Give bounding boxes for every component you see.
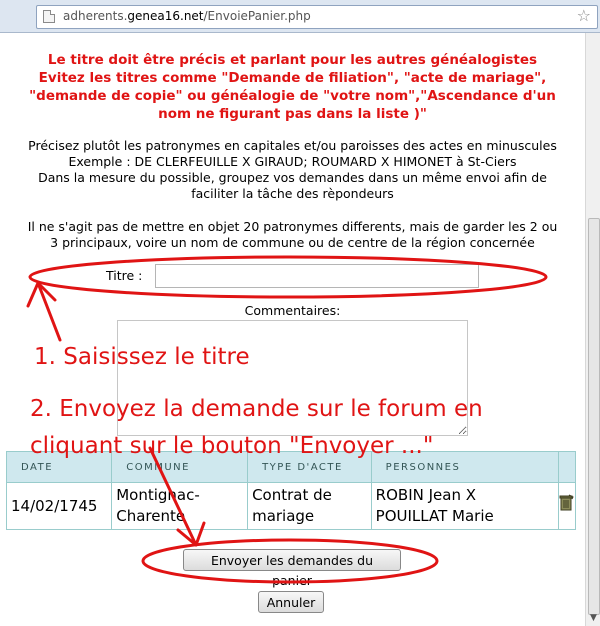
commune-line: Charente — [116, 507, 186, 525]
scroll-down-arrow-icon[interactable]: ▼ — [587, 611, 600, 625]
cell-date: 14/02/1745 — [5, 482, 113, 530]
type-line: Contrat de — [252, 486, 332, 504]
personnes-line: POUILLAT Marie — [375, 507, 494, 525]
cell-action — [557, 482, 577, 530]
annotation-step1: 1. Saisissez le titre — [34, 344, 250, 370]
commune-line: Montignac- — [116, 486, 200, 504]
annotation-step2: 2. Envoyez la demande sur le forum en cl… — [30, 391, 483, 465]
address-bar: adherents.genea16.net/EnvoiePanier.php ☆ — [0, 0, 600, 33]
instruction-line: Dans la mesure du possible, groupez vos … — [38, 170, 547, 185]
vertical-scrollbar[interactable]: ▼ — [585, 33, 600, 626]
annotation-step2-line: cliquant sur le bouton "Envoyer ..." — [30, 433, 434, 459]
warning-line: nom ne figurant pas dans la liste )" — [158, 106, 427, 122]
scrollbar-thumb[interactable] — [588, 218, 600, 615]
title-warning: Le titre doit être précis et parlant pou… — [0, 51, 585, 123]
warning-line: "demande de copie" ou généalogie de "vot… — [29, 88, 556, 104]
column-header-action — [557, 451, 577, 483]
instruction-line: Précisez plutôt les patronymes en capita… — [28, 138, 557, 153]
url-path: /EnvoiePanier.php — [203, 9, 311, 23]
titre-input[interactable] — [155, 264, 479, 288]
titre-label: Titre : — [106, 268, 143, 283]
star-icon[interactable]: ☆ — [577, 7, 591, 25]
instruction-line: faciliter la tâche des rèpondeurs — [191, 186, 394, 201]
instruction-line: 3 principaux, voire un nom de commune ou… — [50, 235, 535, 250]
instruction-line: Exemple : DE CLERFEUILLE X GIRAUD; ROUMA… — [68, 154, 517, 169]
table-row: 14/02/1745 Montignac- Charente Contrat d… — [5, 482, 577, 530]
send-basket-button[interactable]: Envoyer les demandes du panier — [183, 549, 401, 588]
personnes-line: ROBIN Jean X — [375, 486, 476, 504]
trash-icon[interactable] — [559, 494, 575, 512]
url-prefix: adherents. — [63, 9, 128, 23]
url-domain: genea16.net — [127, 9, 204, 23]
cell-personnes: ROBIN Jean X POUILLAT Marie — [370, 482, 559, 530]
url-field[interactable]: adherents.genea16.net/EnvoiePanier.php ☆ — [36, 5, 598, 29]
warning-line: Evitez les titres comme "Demande de fili… — [38, 70, 547, 86]
cell-commune: Montignac- Charente — [111, 482, 249, 530]
page-icon — [43, 10, 55, 23]
type-line: mariage — [252, 507, 315, 525]
url-text[interactable]: adherents.genea16.net/EnvoiePanier.php — [63, 9, 311, 23]
commentaires-label: Commentaires: — [244, 303, 341, 318]
warning-line: Le titre doit être précis et parlant pou… — [47, 52, 538, 68]
instructions-2: Il ne s'agit pas de mettre en objet 20 p… — [0, 219, 585, 251]
instructions: Précisez plutôt les patronymes en capita… — [0, 138, 585, 202]
cancel-button[interactable]: Annuler — [258, 591, 324, 613]
annotation-step2-line: 2. Envoyez la demande sur le forum en — [30, 396, 483, 422]
cell-type: Contrat de mariage — [247, 482, 372, 530]
instruction-line: Il ne s'agit pas de mettre en objet 20 p… — [27, 219, 558, 234]
